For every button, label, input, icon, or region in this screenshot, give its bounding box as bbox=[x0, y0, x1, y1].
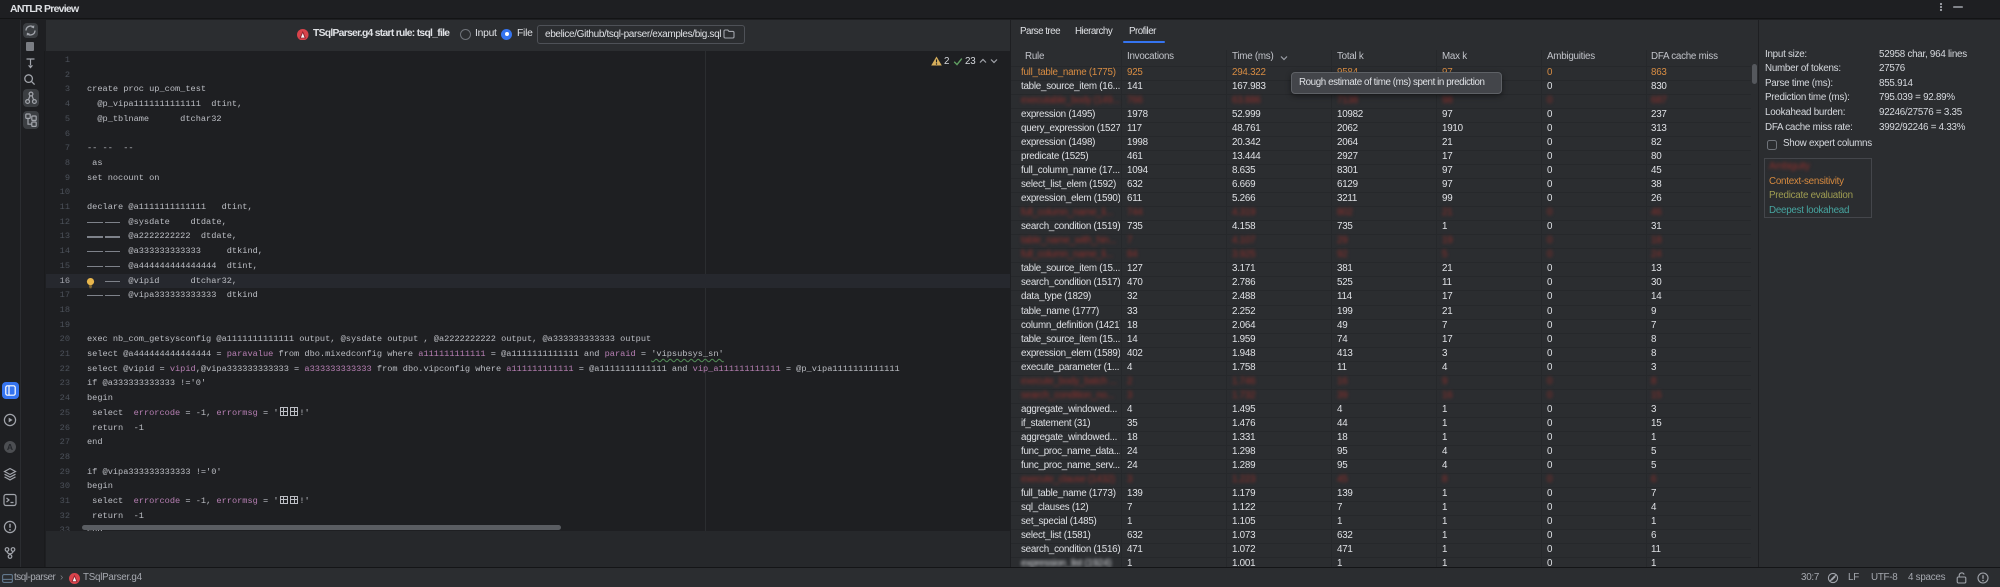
svg-text:A: A bbox=[6, 442, 12, 452]
